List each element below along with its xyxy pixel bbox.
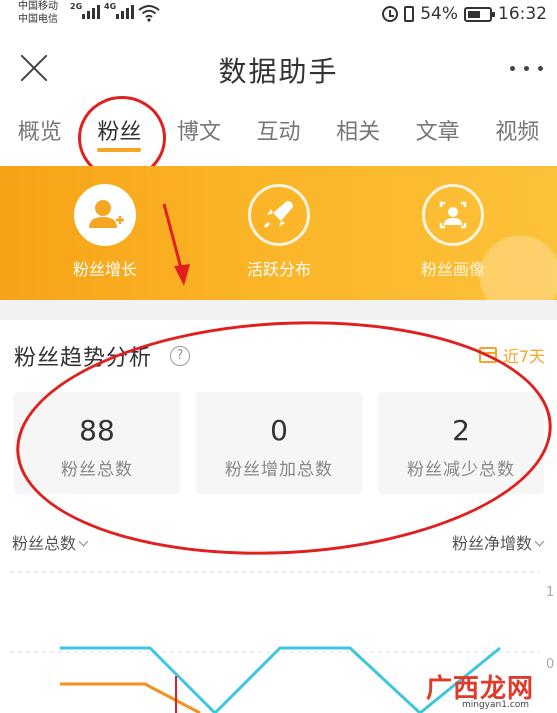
tab-overview[interactable]: 概览 [0,104,80,164]
annotation-arrow [162,203,190,286]
banner-label-activity: 活跃分布 [246,260,311,279]
user-add-icon [74,184,136,246]
axis-tick-0: 0 [546,657,554,672]
section-divider [0,300,557,320]
signal-2-icon [116,5,134,19]
banner-item-activity[interactable]: 活跃分布 [214,184,344,280]
right-metric-label: 粉丝净增数 [451,534,532,553]
vibrate-icon [404,6,415,22]
battery-icon [464,6,495,22]
watermark-url: mingyan1.com [462,700,530,710]
fans-banner: 粉丝增长 活跃分布 粉丝画像 [0,166,557,300]
chart-selectors: 粉丝总数 粉丝净增数 [0,528,557,556]
alarm-icon [382,6,399,22]
carrier-1: 中国移动 [18,1,58,12]
tab-interaction[interactable]: 互动 [239,104,319,164]
wifi-icon [138,5,160,22]
tab-posts[interactable]: 博文 [159,104,239,164]
page-title: 数据助手 [218,55,339,88]
status-bar: 中国移动 中国电信 2G 4G 54% 16:32 [0,0,557,32]
series-line-orange [60,682,201,713]
portrait-icon [422,184,484,246]
chevron-down-icon [534,536,545,547]
rocket-icon [248,184,310,246]
axis-tick-1: 1 [546,585,554,600]
battery-percent: 54% [420,4,458,24]
signal-1-tag: 2G [70,2,83,11]
header: 数据助手 [0,32,557,102]
more-icon[interactable] [510,66,543,71]
left-metric-selector[interactable]: 粉丝总数 [12,530,89,554]
period-label: 近7天 [502,347,545,366]
banner-label-growth: 粉丝增长 [72,260,137,279]
left-metric-label: 粉丝总数 [12,534,77,553]
tab-videos[interactable]: 视频 [477,104,557,164]
banner-item-portrait[interactable]: 粉丝画像 [388,184,518,280]
status-right: 54% 16:32 [382,4,547,24]
signal-1-icon [82,5,100,19]
carrier-2: 中国电信 [18,14,58,25]
carrier-info: 中国移动 中国电信 [18,0,58,26]
right-metric-selector[interactable]: 粉丝净增数 [451,530,545,554]
tab-related[interactable]: 相关 [318,104,398,164]
clock: 16:32 [498,4,547,24]
signal-2-tag: 4G [104,2,117,11]
banner-item-growth[interactable]: 粉丝增长 [40,184,170,280]
chevron-down-icon [78,536,89,547]
tab-articles[interactable]: 文章 [398,104,478,164]
banner-label-portrait: 粉丝画像 [420,260,485,279]
